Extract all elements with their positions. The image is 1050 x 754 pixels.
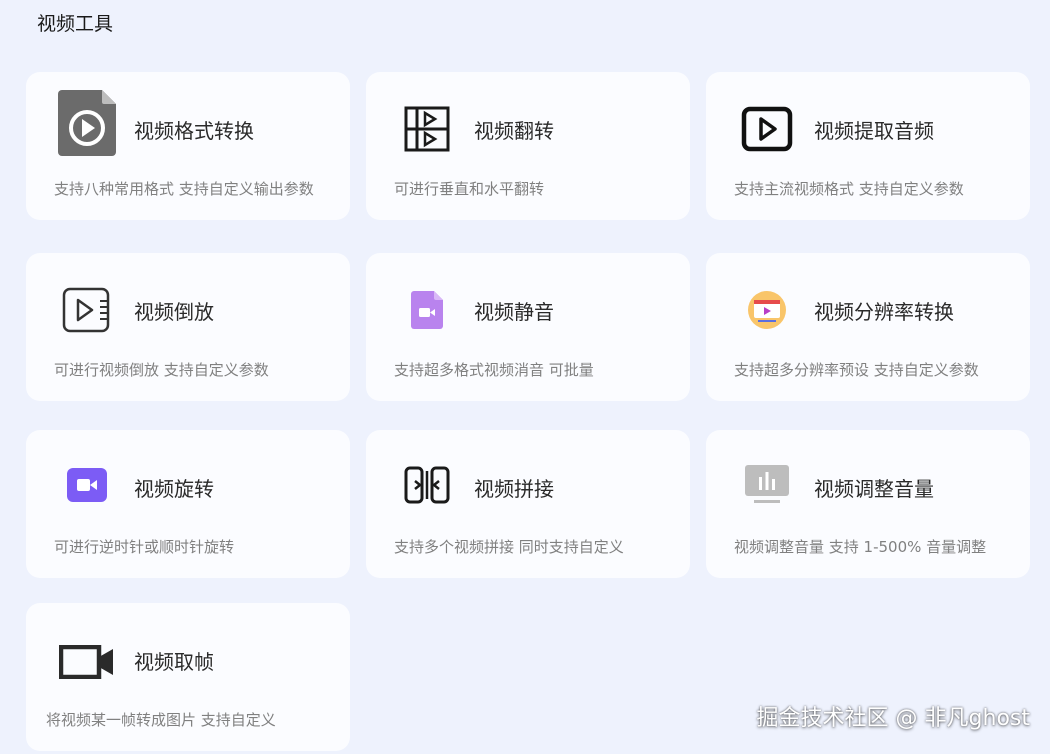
card-description: 支持超多格式视频消音 可批量 [394, 361, 594, 379]
tool-card-rotate[interactable]: 视频旋转 可进行逆时针或顺时针旋转 [26, 430, 350, 578]
play-box-icon [738, 100, 796, 158]
card-description: 支持八种常用格式 支持自定义输出参数 [54, 180, 314, 198]
card-description: 将视频某一帧转成图片 支持自定义 [46, 711, 276, 729]
tool-card-mute[interactable]: 视频静音 支持超多格式视频消音 可批量 [366, 253, 690, 401]
flip-icon [398, 100, 456, 158]
card-description: 可进行逆时针或顺时针旋转 [54, 538, 235, 556]
card-title: 视频提取音频 [814, 119, 934, 143]
card-description: 支持超多分辨率预设 支持自定义参数 [734, 361, 979, 379]
tool-card-flip[interactable]: 视频翻转 可进行垂直和水平翻转 [366, 72, 690, 220]
card-title: 视频分辨率转换 [814, 300, 954, 324]
tool-card-format-convert[interactable]: 视频格式转换 支持八种常用格式 支持自定义输出参数 [26, 72, 350, 220]
card-title: 视频翻转 [474, 119, 554, 143]
card-title: 视频倒放 [134, 300, 214, 324]
resolution-monitor-icon [738, 281, 796, 339]
volume-bars-icon [738, 456, 796, 514]
card-description: 视频调整音量 支持 1-500% 音量调整 [734, 538, 987, 556]
reverse-play-icon [58, 281, 116, 339]
card-description: 支持主流视频格式 支持自定义参数 [734, 180, 964, 198]
card-title: 视频拼接 [474, 477, 554, 501]
tool-card-reverse[interactable]: 视频倒放 可进行视频倒放 支持自定义参数 [26, 253, 350, 401]
card-description: 可进行垂直和水平翻转 [394, 180, 545, 198]
card-title: 视频格式转换 [134, 119, 254, 143]
tool-card-splice[interactable]: 视频拼接 支持多个视频拼接 同时支持自定义 [366, 430, 690, 578]
watermark: 掘金技术社区 @ 非凡ghost [756, 706, 1030, 731]
card-description: 可进行视频倒放 支持自定义参数 [54, 361, 269, 379]
purple-video-file-icon [398, 281, 456, 339]
card-description: 支持多个视频拼接 同时支持自定义 [394, 538, 624, 556]
page-title: 视频工具 [37, 13, 114, 35]
tool-card-extract-audio[interactable]: 视频提取音频 支持主流视频格式 支持自定义参数 [706, 72, 1030, 220]
card-title: 视频静音 [474, 300, 554, 324]
tool-card-frame-capture[interactable]: 视频取帧 将视频某一帧转成图片 支持自定义 [26, 603, 350, 751]
video-file-icon [58, 90, 116, 156]
tool-card-volume[interactable]: 视频调整音量 视频调整音量 支持 1-500% 音量调整 [706, 430, 1030, 578]
card-title: 视频调整音量 [814, 477, 934, 501]
tool-card-resolution[interactable]: 视频分辨率转换 支持超多分辨率预设 支持自定义参数 [706, 253, 1030, 401]
card-title: 视频旋转 [134, 477, 214, 501]
card-title: 视频取帧 [134, 650, 214, 674]
splice-icon [398, 456, 456, 514]
video-camera-icon [58, 633, 116, 691]
camera-icon [58, 456, 116, 514]
